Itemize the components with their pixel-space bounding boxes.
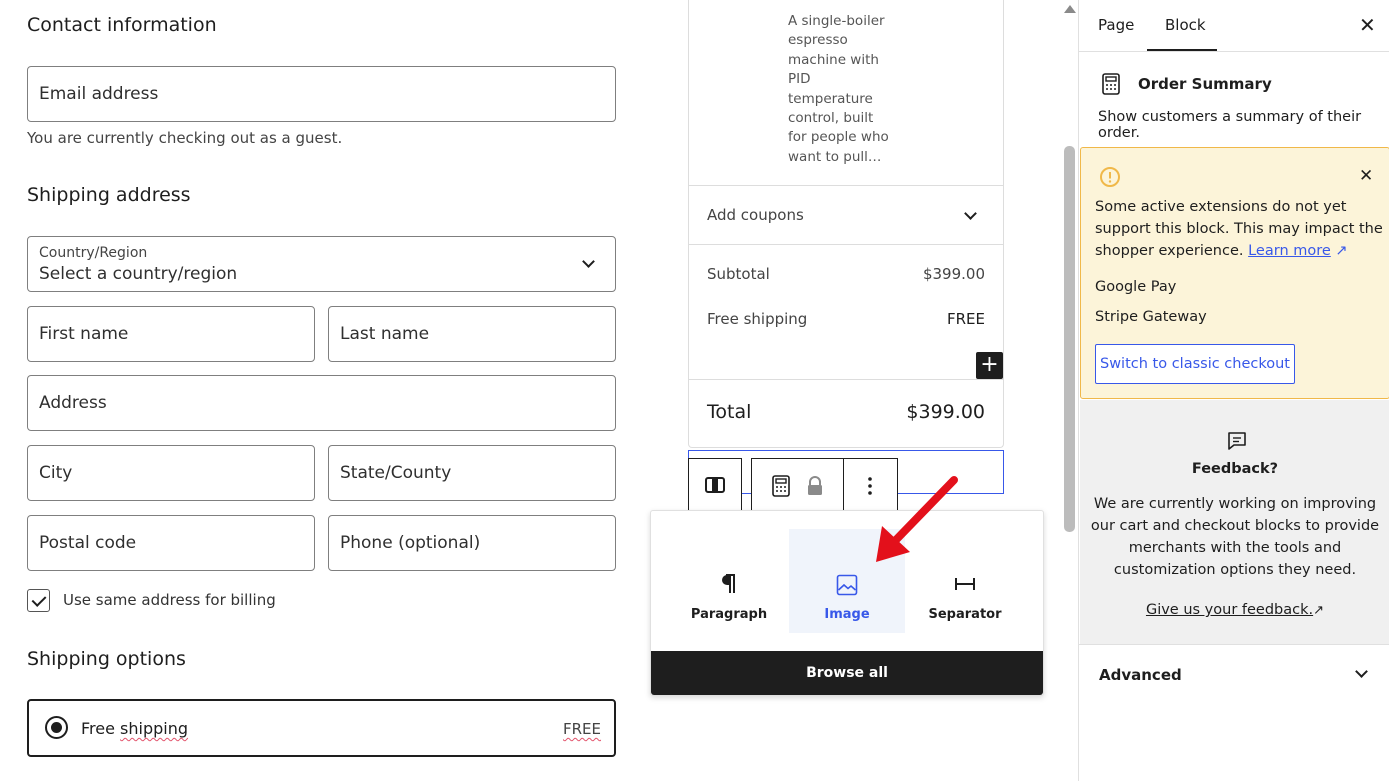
inserter-image[interactable]: Image [789,529,905,633]
last-name-placeholder: Last name [340,324,430,344]
toolbar-separator [843,459,844,511]
add-coupons-toggle[interactable]: Add coupons [689,186,1003,244]
quick-inserter: Paragraph Image Separator Browse all [650,510,1044,696]
shipping-option-price: FREE [563,720,602,738]
settings-sidebar: Page Block ✕ Order Summary Show customer… [1078,0,1389,781]
subtotal-value: $399.00 [922,265,985,283]
shipping-radio[interactable] [45,716,68,739]
shipping-options-heading: Shipping options [27,648,186,670]
scrollbar-thumb[interactable] [1064,146,1075,532]
calculator-icon [1102,73,1120,95]
block-toolbar [751,458,898,512]
close-warning-icon[interactable]: ✕ [1359,166,1373,186]
tab-page[interactable]: Page [1098,16,1134,34]
phone-placeholder: Phone (optional) [340,533,481,553]
shipping-value: FREE [946,310,985,328]
email-field[interactable]: Email address [27,66,616,122]
learn-more-link[interactable]: Learn more [1248,243,1331,259]
advanced-panel-toggle[interactable]: Advanced [1079,645,1389,703]
advanced-label: Advanced [1099,666,1182,684]
scroll-up-icon[interactable] [1063,4,1077,14]
chevron-down-icon [582,255,595,268]
browse-all-button[interactable]: Browse all [651,651,1043,695]
compat-warning: ✕ Some active extensions do not yet supp… [1080,147,1389,399]
country-label: Country/Region [39,245,148,261]
divider [1079,51,1389,52]
postal-code-field[interactable]: Postal code [27,515,315,571]
phone-field[interactable]: Phone (optional) [328,515,616,571]
subtotal-label: Subtotal [707,265,770,283]
total-value: $399.00 [906,401,985,423]
guest-note: You are currently checking out as a gues… [27,129,343,147]
first-name-field[interactable]: First name [27,306,315,362]
external-link-icon: ↗ [1313,603,1325,618]
shipping-address-heading: Shipping address [27,184,191,206]
shipping-label: Free shipping [707,310,808,328]
tab-block[interactable]: Block [1165,16,1206,34]
feedback-link[interactable]: Give us your feedback. [1146,602,1313,618]
feedback-title: Feedback? [1191,461,1279,477]
feedback-panel: Feedback? We are currently working on im… [1080,400,1389,644]
city-field[interactable]: City [27,445,315,501]
feedback-link-row: Give us your feedback.↗ [1080,599,1389,618]
calculator-icon[interactable] [772,475,790,497]
block-title: Order Summary [1138,75,1272,93]
free-shipping-option[interactable]: Free shipping FREE [27,699,616,757]
separator-icon [955,578,975,590]
price-clipped [788,0,848,2]
more-options-icon[interactable] [867,476,873,496]
close-sidebar-icon[interactable]: ✕ [1359,15,1376,35]
same-billing-checkbox[interactable] [27,589,50,612]
extension-stripe: Stripe Gateway [1095,309,1207,325]
shipping-option-name: Free shipping [81,719,189,738]
feedback-icon [1228,432,1246,450]
country-value: Select a country/region [39,264,238,284]
postal-code-placeholder: Postal code [39,533,137,553]
city-placeholder: City [39,463,73,483]
image-icon [836,574,858,596]
chevron-down-icon [1355,665,1368,678]
extension-google-pay: Google Pay [1095,279,1177,295]
columns-icon [705,477,725,493]
lock-icon[interactable] [806,476,824,496]
same-billing-label: Use same address for billing [63,591,276,609]
add-coupons-label: Add coupons [707,206,804,224]
block-toolbar-parent[interactable] [688,458,742,512]
inserter-separator[interactable]: Separator [907,529,1023,633]
warning-text: Some active extensions do not yet suppor… [1095,199,1383,259]
external-link-icon: ↗ [1330,243,1348,259]
total-label: Total [707,401,752,423]
scrollbar[interactable] [1062,0,1078,781]
warning-icon [1100,167,1120,187]
block-description: Show customers a summary of their order. [1098,109,1362,141]
paragraph-icon [722,574,735,593]
state-placeholder: State/County [340,463,452,483]
address-placeholder: Address [39,393,107,413]
inserter-paragraph[interactable]: Paragraph [671,529,787,633]
divider [689,244,1003,245]
last-name-field[interactable]: Last name [328,306,616,362]
add-block-button[interactable]: + [976,352,1003,379]
switch-classic-checkout-button[interactable]: Switch to classic checkout [1095,344,1295,384]
state-field[interactable]: State/County [328,445,616,501]
chevron-down-icon [964,207,977,220]
feedback-text: We are currently working on improving ou… [1090,496,1380,578]
product-description: A single-boiler espresso machine with PI… [788,13,889,165]
email-placeholder: Email address [39,84,159,104]
divider [689,379,1003,380]
address-field[interactable]: Address [27,375,616,431]
country-select[interactable]: Country/Region Select a country/region [27,236,616,292]
contact-heading: Contact information [27,14,217,36]
first-name-placeholder: First name [39,324,129,344]
